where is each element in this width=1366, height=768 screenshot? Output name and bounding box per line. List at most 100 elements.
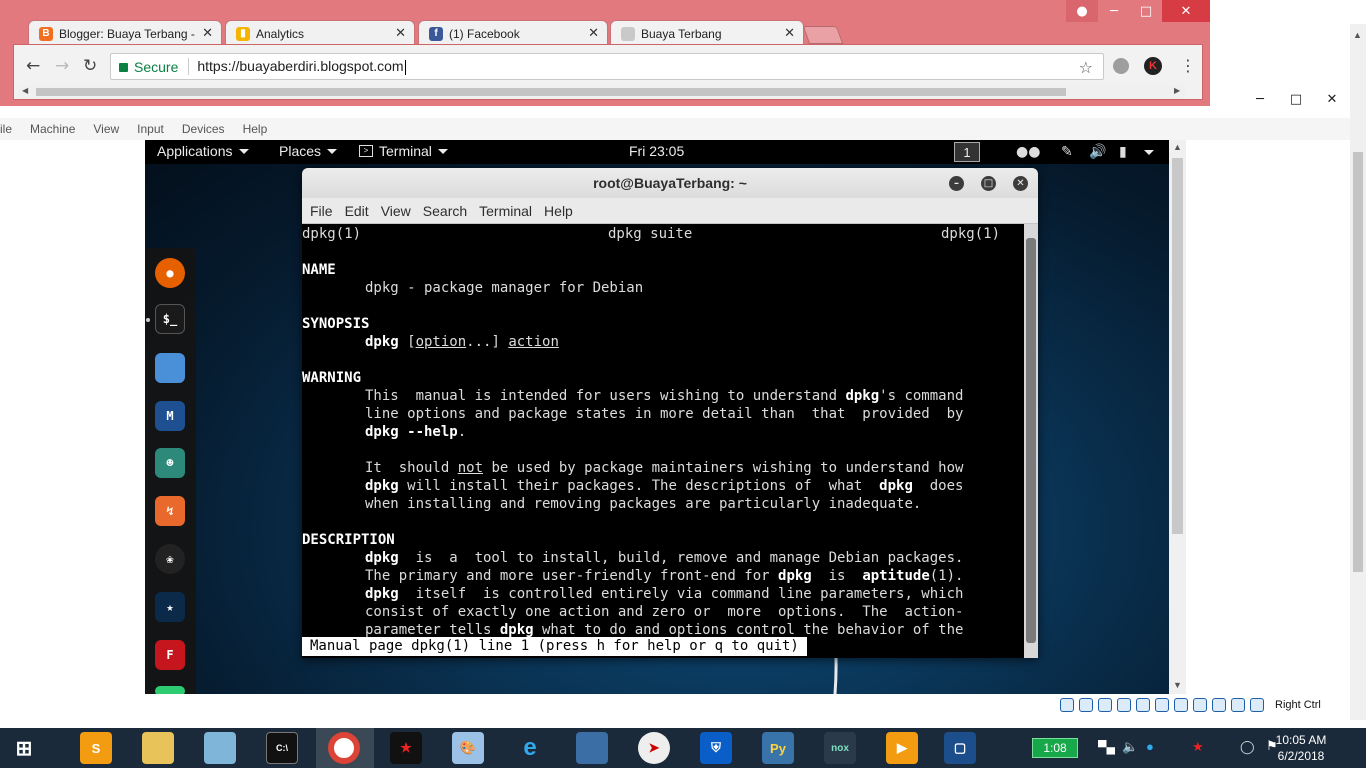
cpu-icon[interactable] bbox=[1212, 698, 1226, 712]
mouse-integration-icon[interactable] bbox=[1231, 698, 1245, 712]
garena-icon[interactable]: ★ bbox=[390, 732, 422, 764]
close-icon[interactable]: ✕ bbox=[1314, 88, 1350, 110]
armitage-icon[interactable]: ☻ bbox=[155, 448, 185, 478]
python-icon[interactable]: Py bbox=[762, 732, 794, 764]
more-apps-icon[interactable] bbox=[155, 686, 185, 694]
compass-icon[interactable]: ➤ bbox=[638, 732, 670, 764]
chrome-horizontal-scrollbar[interactable]: ◀ ▶ bbox=[18, 85, 1186, 99]
video-camera-icon[interactable]: ●● bbox=[1016, 144, 1040, 160]
workspace-indicator[interactable]: 1 bbox=[954, 142, 980, 162]
security-indicator[interactable]: Secure bbox=[111, 58, 190, 75]
terminal-scrollbar[interactable] bbox=[1024, 224, 1038, 658]
close-icon[interactable]: ✕ bbox=[1013, 176, 1028, 191]
tray-app-icon[interactable]: ● bbox=[1146, 739, 1154, 754]
notepad-icon[interactable] bbox=[204, 732, 236, 764]
usb-icon[interactable] bbox=[1136, 698, 1150, 712]
menu-kebab-icon[interactable]: ⋮ bbox=[1180, 56, 1196, 75]
vbox-menu-help[interactable]: Help bbox=[234, 122, 277, 136]
close-icon[interactable]: ✕ bbox=[1162, 0, 1210, 22]
command-prompt-icon[interactable]: C:\ bbox=[266, 732, 298, 764]
terminal-scrollbar-thumb[interactable] bbox=[1026, 238, 1036, 643]
tab-analytics[interactable]: ▮ Analytics ✕ bbox=[225, 20, 415, 46]
profile-icon[interactable]: ● bbox=[1066, 0, 1098, 22]
host-page-scrollbar-thumb[interactable] bbox=[1353, 152, 1363, 572]
new-tab-button[interactable] bbox=[802, 26, 844, 44]
tab-blogger[interactable]: B Blogger: Buaya Terbang - ✕ bbox=[28, 20, 222, 46]
virtualbox-icon[interactable]: ▢ bbox=[944, 732, 976, 764]
clipboard-icon[interactable]: ▮ bbox=[1119, 144, 1127, 160]
back-icon[interactable]: ← bbox=[26, 56, 40, 76]
terminal-menu-terminal[interactable]: Terminal bbox=[473, 203, 538, 219]
host-page-scrollbar[interactable]: ▲ bbox=[1350, 24, 1366, 720]
vbox-menu-machine[interactable]: Machine bbox=[21, 122, 84, 136]
nox-player-icon[interactable]: nox bbox=[824, 732, 856, 764]
audio-icon[interactable] bbox=[1098, 698, 1112, 712]
keyboard-icon[interactable] bbox=[1250, 698, 1264, 712]
hard-disk-icon[interactable] bbox=[1060, 698, 1074, 712]
volume-icon[interactable]: 🔊 bbox=[1089, 144, 1106, 160]
vbox-menu-input[interactable]: Input bbox=[128, 122, 173, 136]
terminal-menu-file[interactable]: File bbox=[302, 203, 339, 219]
extension-icon[interactable] bbox=[1113, 58, 1129, 74]
reload-icon[interactable]: ↻ bbox=[83, 56, 97, 76]
system-menu-chevron-icon[interactable] bbox=[1144, 150, 1154, 155]
battery-indicator[interactable]: 1:08 bbox=[1032, 738, 1078, 758]
terminal-app-menu[interactable]: > Terminal bbox=[359, 143, 448, 159]
files-icon[interactable] bbox=[155, 353, 185, 383]
windows-start-icon[interactable]: ⊞ bbox=[8, 732, 40, 764]
minimize-icon[interactable]: ─ bbox=[1242, 88, 1278, 110]
profile-avatar-icon[interactable]: K bbox=[1144, 57, 1162, 75]
paint-icon[interactable]: 🎨 bbox=[452, 732, 484, 764]
terminal-titlebar[interactable]: root@BuayaTerbang: ~ – □ ✕ bbox=[302, 168, 1038, 198]
maltego-icon[interactable]: ❀ bbox=[155, 544, 185, 574]
maximize-icon[interactable]: □ bbox=[1278, 88, 1314, 110]
vm-view-scrollbar[interactable]: ▲ ▼ bbox=[1169, 140, 1186, 694]
minimize-icon[interactable]: – bbox=[949, 176, 964, 191]
applications-menu[interactable]: Applications bbox=[157, 143, 249, 159]
maximize-icon[interactable]: □ bbox=[1130, 0, 1162, 22]
close-tab-icon[interactable]: ✕ bbox=[784, 26, 795, 41]
scroll-left-icon[interactable]: ◀ bbox=[22, 86, 28, 95]
volume-icon[interactable]: 🔈 bbox=[1122, 739, 1138, 755]
minimize-icon[interactable]: ─ bbox=[1098, 0, 1130, 22]
terminal-icon[interactable]: $_ bbox=[155, 304, 185, 334]
garena-tray-icon[interactable]: ★ bbox=[1192, 739, 1204, 755]
burpsuite-icon[interactable]: ↯ bbox=[155, 496, 185, 526]
scroll-up-icon[interactable]: ▲ bbox=[1173, 142, 1182, 152]
close-tab-icon[interactable]: ✕ bbox=[395, 26, 406, 41]
close-tab-icon[interactable]: ✕ bbox=[202, 26, 213, 41]
media-player-icon[interactable]: ▶ bbox=[886, 732, 918, 764]
beef-icon[interactable]: ★ bbox=[155, 592, 185, 622]
terminal-menu-view[interactable]: View bbox=[375, 203, 417, 219]
terminal-menu-edit[interactable]: Edit bbox=[339, 203, 375, 219]
bookmark-star-icon[interactable]: ☆ bbox=[1079, 58, 1093, 77]
vbox-menu-file[interactable]: ile bbox=[0, 122, 21, 136]
pen-icon[interactable]: ✎ bbox=[1061, 144, 1073, 160]
topbar-clock[interactable]: Fri 23:05 bbox=[629, 143, 684, 159]
display-icon[interactable] bbox=[1174, 698, 1188, 712]
terminal-menu-search[interactable]: Search bbox=[417, 203, 473, 219]
recording-icon[interactable] bbox=[1193, 698, 1207, 712]
faraday-icon[interactable]: F bbox=[155, 640, 185, 670]
guest-screen[interactable]: Applications Places > Terminal Fri 23:05… bbox=[145, 140, 1169, 694]
maximize-icon[interactable]: □ bbox=[981, 176, 996, 191]
internet-explorer-icon[interactable]: e bbox=[514, 732, 546, 764]
taskbar-clock[interactable]: 10:05 AM 6/2/2018 bbox=[1266, 732, 1336, 764]
terminal-output[interactable]: dpkg(1) dpkg suite dpkg(1) NAME dpkg - p… bbox=[302, 224, 1024, 658]
shared-folders-icon[interactable] bbox=[1155, 698, 1169, 712]
tab-buaya-terbang[interactable]: Buaya Terbang ✕ bbox=[610, 20, 804, 46]
metasploit-icon[interactable]: M bbox=[155, 401, 185, 431]
places-menu[interactable]: Places bbox=[279, 143, 338, 159]
scroll-right-icon[interactable]: ▶ bbox=[1174, 86, 1180, 95]
tab-facebook[interactable]: f (1) Facebook ✕ bbox=[418, 20, 608, 46]
terminal-menu-help[interactable]: Help bbox=[538, 203, 579, 219]
address-bar[interactable]: Secure https://buayaberdiri.blogspot.com… bbox=[110, 53, 1104, 80]
scroll-up-icon[interactable]: ▲ bbox=[1353, 30, 1362, 40]
firefox-icon[interactable]: ● bbox=[155, 258, 185, 288]
forward-icon[interactable]: → bbox=[55, 56, 69, 76]
on-screen-keyboard-icon[interactable] bbox=[576, 732, 608, 764]
horizontal-scrollbar-thumb[interactable] bbox=[36, 88, 1066, 96]
vbox-menu-view[interactable]: View bbox=[84, 122, 128, 136]
sublime-text-icon[interactable]: S bbox=[80, 732, 112, 764]
chrome-icon[interactable] bbox=[328, 732, 360, 764]
